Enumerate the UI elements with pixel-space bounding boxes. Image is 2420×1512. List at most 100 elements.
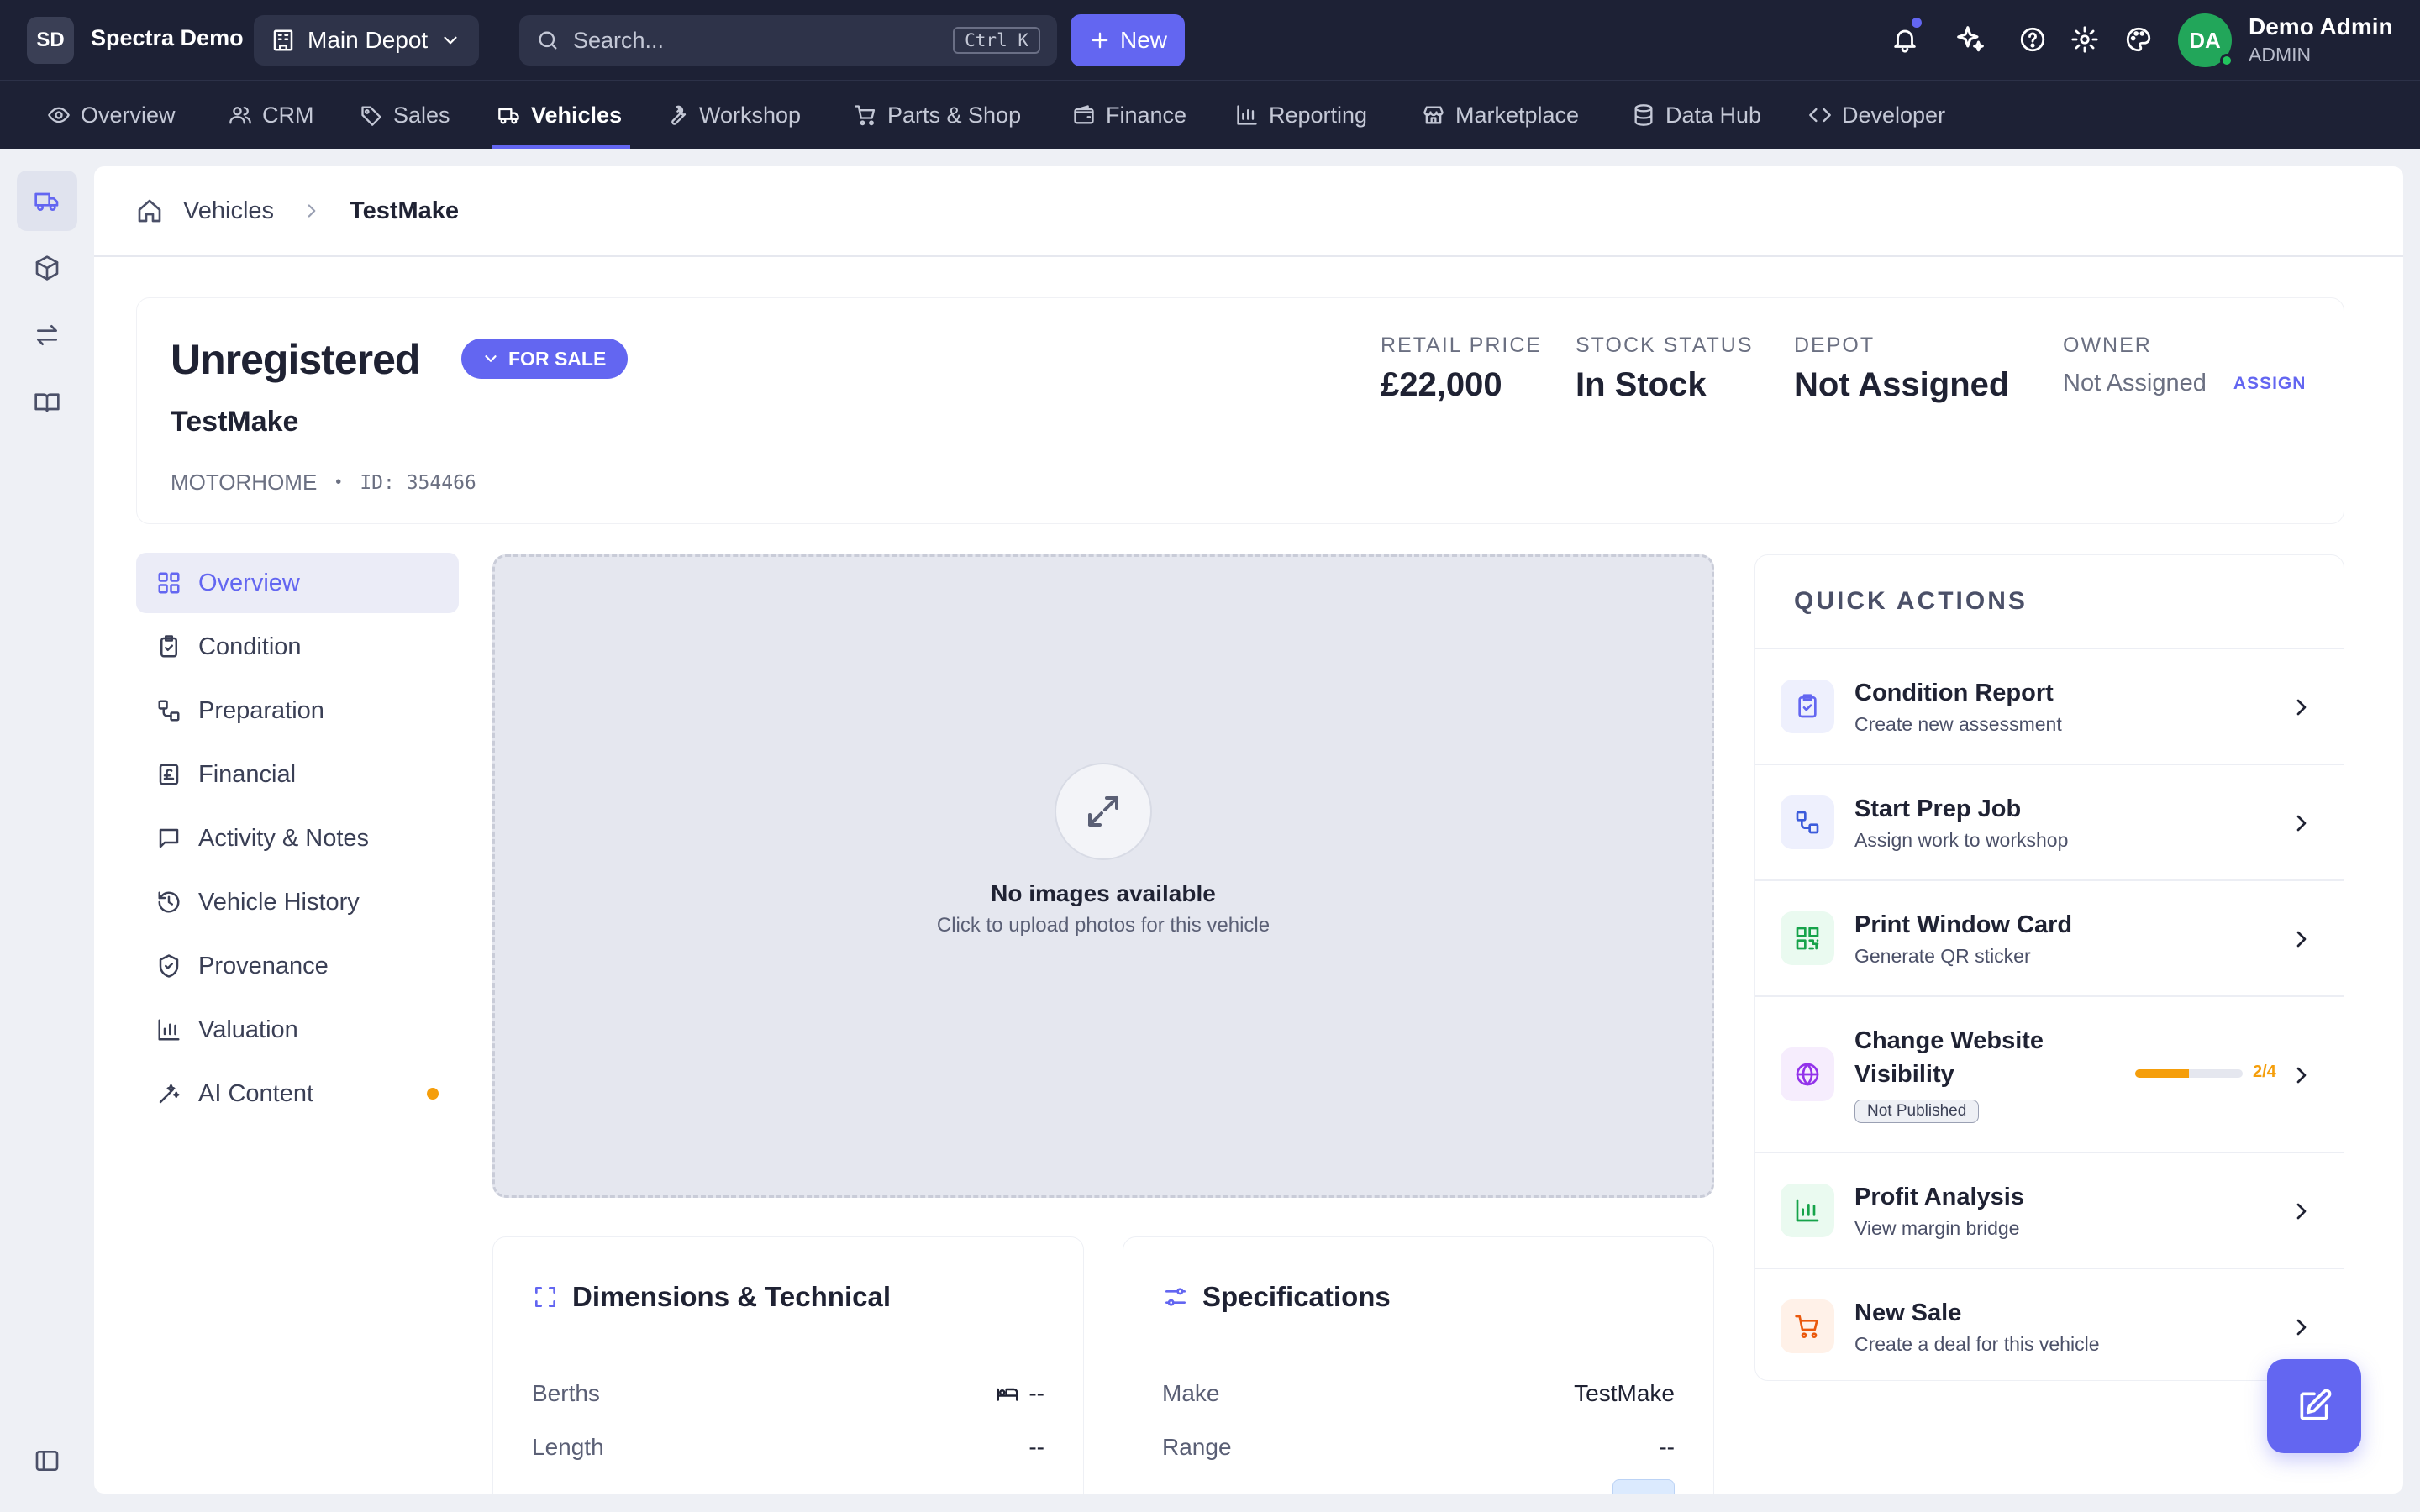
chevron-right-icon — [2296, 931, 2307, 948]
tab-condition[interactable]: Condition — [136, 617, 459, 677]
notifications-button[interactable] — [1891, 15, 1924, 54]
workflow-icon — [1796, 811, 1819, 834]
quick-action-change-website-visibility[interactable]: Change Website Visibility Not Published … — [1755, 997, 2344, 1153]
new-button[interactable]: New — [1071, 14, 1185, 66]
tab-provenance[interactable]: Provenance — [136, 936, 459, 996]
user-name[interactable]: Demo Admin — [2249, 13, 2393, 40]
nav-data-hub-label: Data Hub — [1665, 102, 1762, 128]
eye-icon — [48, 107, 70, 123]
quick-action-title: Start Prep Job — [1854, 795, 2022, 822]
workflow-icon — [158, 700, 180, 722]
nav-finance[interactable]: Finance — [1072, 81, 1186, 149]
quick-action-subtitle: Create a deal for this vehicle — [1854, 1333, 2100, 1355]
nav-developer-label: Developer — [1842, 102, 1946, 128]
nav-sales-label: Sales — [393, 102, 450, 128]
nav-sales[interactable]: Sales — [360, 81, 450, 149]
home-icon[interactable] — [136, 197, 163, 224]
tab-overview[interactable]: Overview — [136, 553, 459, 613]
nav-marketplace[interactable]: Marketplace — [1422, 81, 1579, 149]
tab-activity-notes[interactable]: Activity & Notes — [136, 808, 459, 869]
quick-action-start-prep-job[interactable]: Start Prep Job Assign work to workshop — [1755, 765, 2344, 881]
nav-parts-shop[interactable]: Parts & Shop — [854, 81, 1021, 149]
chevron-down-icon — [485, 355, 497, 362]
nav-overview[interactable]: Overview — [47, 81, 176, 149]
status-badge[interactable]: FOR SALE — [461, 339, 629, 379]
sidebar-collapse-button[interactable] — [17, 1431, 77, 1491]
settings-button[interactable] — [2070, 25, 2099, 54]
stat-value: Not Assigned — [2063, 370, 2207, 396]
depot-selector[interactable]: Main Depot — [254, 15, 479, 66]
quick-actions-panel: QUICK ACTIONS Condition Report Create ne… — [1754, 554, 2344, 1381]
quick-action-profit-analysis[interactable]: Profit Analysis View margin bridge — [1755, 1153, 2344, 1269]
nav-reporting[interactable]: Reporting — [1235, 81, 1367, 149]
quick-action-new-sale[interactable]: New Sale Create a deal for this vehicle — [1755, 1269, 2344, 1380]
box-icon — [35, 255, 59, 281]
specifications-card-header: Specifications — [1162, 1281, 1391, 1313]
tab-vehicle-history[interactable]: Vehicle History — [136, 872, 459, 932]
sidebar-inventory[interactable] — [17, 238, 77, 298]
status-badge-label: FOR SALE — [508, 347, 607, 370]
nav-data-hub[interactable]: Data Hub — [1632, 81, 1761, 149]
cart-icon — [1795, 1315, 1818, 1338]
quick-action-icon — [1781, 1184, 1834, 1237]
breadcrumb-root[interactable]: Vehicles — [183, 197, 274, 225]
new-content-dot — [427, 1088, 439, 1100]
tab-financial[interactable]: Financial — [136, 744, 459, 805]
breadcrumb-current: TestMake — [350, 197, 460, 224]
chevron-right-icon — [2296, 815, 2307, 832]
assign-owner-button[interactable]: ASSIGN — [2233, 374, 2307, 394]
quick-action-title: Condition Report — [1854, 680, 2054, 706]
specifications-card-title: Specifications — [1202, 1281, 1391, 1312]
message-icon — [159, 828, 179, 848]
sidebar-transfers[interactable] — [17, 305, 77, 365]
bar-chart-icon — [1237, 105, 1257, 125]
visibility-progress-bar — [2135, 1069, 2243, 1078]
gear-icon — [2071, 26, 2098, 53]
theme-button[interactable] — [2124, 25, 2153, 54]
tab-label: Vehicle History — [198, 888, 360, 916]
nav-developer[interactable]: Developer — [1808, 81, 1945, 149]
nav-workshop-label: Workshop — [699, 102, 802, 128]
store-icon — [1423, 106, 1444, 124]
image-upload-area[interactable]: No images available Click to upload phot… — [492, 554, 1714, 1198]
expand-button[interactable] — [1055, 763, 1152, 860]
nav-vehicles[interactable]: Vehicles — [492, 81, 631, 149]
search-input[interactable]: Search... — [573, 28, 664, 54]
tab-preparation[interactable]: Preparation — [136, 680, 459, 741]
quick-action-icon — [1781, 680, 1834, 733]
depot-selector-label: Main Depot — [308, 27, 429, 53]
nav-crm[interactable]: CRM — [229, 81, 314, 149]
ai-sparkles-button[interactable] — [1954, 24, 1986, 55]
spec-label: Range — [1162, 1434, 1232, 1460]
tab-valuation[interactable]: Valuation — [136, 1000, 459, 1060]
tab-label: Preparation — [198, 696, 324, 724]
compose-note-button[interactable] — [2267, 1359, 2361, 1453]
app-logo[interactable]: SD — [27, 17, 74, 64]
plus-icon — [1092, 32, 1108, 49]
quick-actions-title: QUICK ACTIONS — [1755, 555, 2344, 649]
sidebar-vehicles[interactable] — [17, 171, 77, 231]
globe-icon — [1796, 1063, 1819, 1086]
stat-value: In Stock — [1576, 366, 1707, 403]
help-button[interactable] — [2018, 25, 2047, 54]
quick-action-icon — [1781, 1299, 1834, 1353]
tab-ai-content[interactable]: AI Content — [136, 1063, 459, 1124]
nav-workshop[interactable]: Workshop — [666, 81, 801, 149]
meta-separator: • — [335, 473, 342, 491]
stat-value: £22,000 — [1381, 366, 1502, 403]
wrench-icon — [671, 105, 687, 125]
sidebar-docs[interactable] — [17, 372, 77, 433]
quick-action-print-window-card[interactable]: Print Window Card Generate QR sticker — [1755, 881, 2344, 997]
quick-action-condition-report[interactable]: Condition Report Create new assessment — [1755, 649, 2344, 765]
partial-badge — [1612, 1479, 1675, 1494]
stat-stock-status: STOCK STATUS In Stock — [1576, 333, 1754, 404]
quick-action-title: Print Window Card — [1854, 911, 2073, 938]
tab-label: Activity & Notes — [198, 824, 370, 852]
stat-label: RETAIL PRICE — [1381, 333, 1543, 357]
main-content: Vehicles TestMake Unregistered FOR SALE … — [94, 166, 2403, 1494]
quick-action-subtitle: Generate QR sticker — [1854, 945, 2031, 967]
global-search[interactable]: Search... Ctrl K — [519, 15, 1057, 66]
wallet-icon — [1074, 105, 1094, 124]
spec-value: -- — [1028, 1434, 1044, 1460]
vehicle-tabs: Overview Condition Preparation Financial… — [136, 553, 459, 1127]
